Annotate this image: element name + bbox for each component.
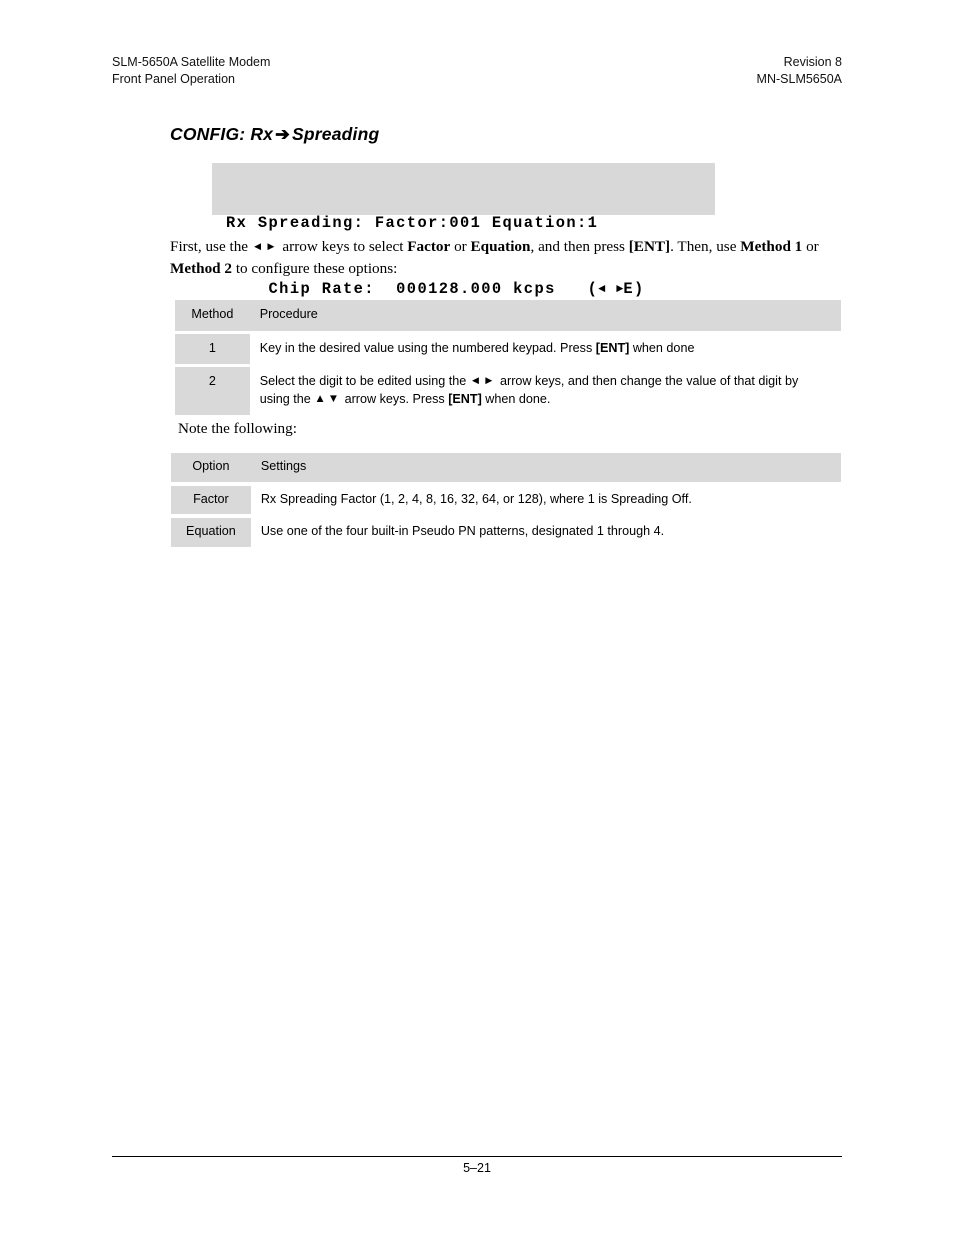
intro-part3: or [450, 238, 471, 255]
intro-part1: First, use the [170, 238, 252, 255]
lcd-arrow-spacer [605, 280, 616, 298]
table-row: Factor Rx Spreading Factor (1, 2, 4, 8, … [171, 485, 841, 514]
lcd-line-2-text: Chip Rate: 000128.000 kcps ( [226, 280, 599, 298]
intro-part5: . Then, use [670, 238, 741, 255]
intro-bold-method2: Method 2 [170, 260, 233, 277]
method-row-2-key: 2 [175, 367, 250, 415]
footer-divider [112, 1156, 842, 1157]
intro-bold-ent: [ENT] [628, 238, 671, 255]
header-right-line2: MN-SLM5650A [756, 72, 842, 86]
left-arrow-icon: ◄ [469, 375, 484, 387]
up-arrow-icon: ▲ [314, 392, 328, 405]
table-row: 2 Select the digit to be edited using th… [175, 367, 841, 415]
table-header-settings: Settings [250, 453, 841, 482]
intro-paragraph: First, use the ◄► arrow keys to select F… [170, 236, 820, 279]
table-header-method: Method [175, 300, 250, 331]
left-arrow-icon: ◄ [251, 241, 266, 253]
method-row-1-body: Key in the desired value using the numbe… [249, 333, 841, 364]
table-header-row: Option Settings [171, 453, 841, 482]
intro-part2: arrow keys to select [278, 238, 408, 255]
right-arrow-icon: ► [483, 375, 497, 387]
method-row-2-body: Select the digit to be edited using the … [249, 367, 841, 415]
option-settings-table: Option Settings Factor Rx Spreading Fact… [171, 453, 841, 547]
header-right-line1: Revision 8 [783, 55, 842, 69]
lcd-line-1: Rx Spreading: Factor:001 Equation:1 [226, 214, 599, 232]
method-row-2-ent: [ENT] [448, 391, 482, 406]
option-row-1-key: Factor [171, 485, 251, 514]
intro-bold-factor: Factor [407, 238, 451, 255]
section-title: CONFIG: Rx ➔ Spreading [170, 124, 379, 145]
table-row: Equation Use one of the four built-in Ps… [171, 518, 841, 547]
intro-bold-method1: Method 1 [740, 238, 803, 255]
lcd-display-panel: Rx Spreading: Factor:001 Equation:1 Chip… [212, 163, 715, 298]
method-row-2-text-c: arrow keys. Press [341, 391, 449, 406]
running-header: SLM-5650A Satellite Modem Revision 8 Fro… [112, 54, 842, 88]
page-number: 5–21 [463, 1161, 491, 1175]
method-row-1-ent: [ENT] [595, 340, 630, 355]
header-left-line1: SLM-5650A Satellite Modem [112, 55, 271, 69]
method-row-1-text-a: Key in the desired value using the numbe… [259, 340, 596, 355]
method-row-2-text-d: when done. [481, 391, 551, 406]
intro-part7: to configure these options: [232, 260, 398, 277]
method-row-1-text-b: when done [629, 340, 695, 355]
header-left-line2: Front Panel Operation [112, 72, 235, 86]
method-row-2-text-a: Select the digit to be edited using the [259, 374, 470, 388]
method-procedure-table: Method Procedure 1 Key in the desired va… [175, 300, 841, 415]
option-row-1-body: Rx Spreading Factor (1, 2, 4, 8, 16, 32,… [250, 485, 841, 514]
down-arrow-icon: ▼ [327, 392, 342, 405]
intro-part6: or [802, 238, 819, 255]
intro-bold-equation: Equation [470, 238, 531, 255]
section-title-prefix: CONFIG: Rx [170, 124, 274, 144]
right-arrow-icon: ► [265, 241, 279, 253]
table-row: 1 Key in the desired value using the num… [175, 333, 841, 364]
method-row-1-key: 1 [175, 333, 250, 364]
table-header-row: Method Procedure [175, 300, 841, 331]
document-page: SLM-5650A Satellite Modem Revision 8 Fro… [0, 0, 954, 1235]
table-header-procedure: Procedure [249, 300, 841, 331]
note-line: Note the following: [178, 420, 297, 437]
right-arrow-icon: ➔ [275, 124, 290, 144]
intro-part4: , and then press [530, 238, 629, 255]
lcd-line-2-tail: E) [623, 280, 645, 298]
section-title-suffix: Spreading [292, 124, 380, 144]
table-header-option: Option [171, 453, 251, 482]
lcd-line-2: Chip Rate: 000128.000 kcps (◄ ►E) [212, 278, 715, 300]
option-row-2-key: Equation [171, 518, 251, 547]
option-row-2-body: Use one of the four built-in Pseudo PN p… [250, 518, 841, 547]
